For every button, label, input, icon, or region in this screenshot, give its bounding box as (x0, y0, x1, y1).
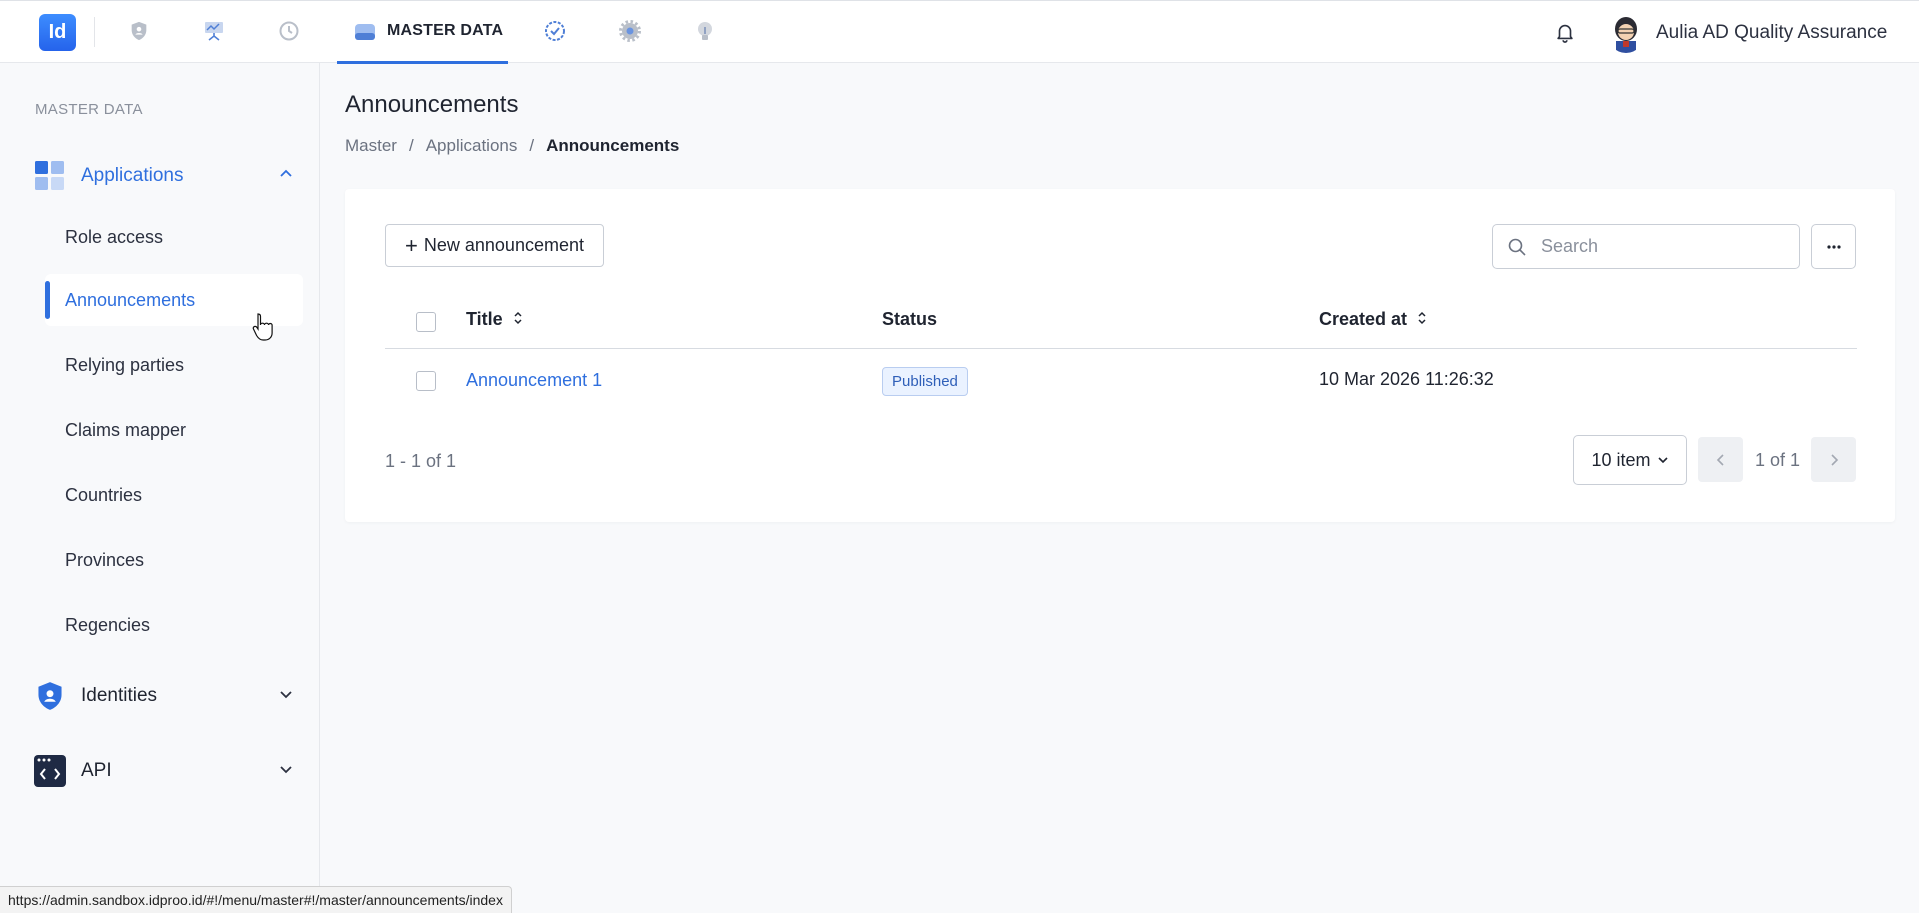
sidebar-item-provinces[interactable]: Provinces (45, 534, 303, 586)
plus-icon: + (405, 232, 418, 258)
top-navigation-bar: Id MASTER DATA Aulia AD Quality Assuranc… (0, 0, 1919, 64)
more-icon (1826, 244, 1841, 249)
announcements-card: + New announcement Title Status Created … (345, 189, 1895, 522)
column-label: Created at (1319, 309, 1408, 329)
previous-page-button[interactable] (1698, 437, 1743, 482)
sidebar-group-label: Identities (81, 685, 158, 706)
sort-icon[interactable] (1417, 309, 1427, 330)
gear-icon[interactable] (617, 18, 643, 44)
new-announcement-button[interactable]: + New announcement (385, 224, 604, 267)
sidebar-title: MASTER DATA (35, 101, 143, 118)
database-icon (353, 20, 377, 49)
created-at-value: 10 Mar 2026 11:26:32 (1319, 369, 1494, 389)
breadcrumb-item[interactable]: Applications (426, 136, 518, 156)
url-status-bar: https://admin.sandbox.idproo.id/#!/menu/… (0, 886, 512, 913)
sidebar-group-identities[interactable]: Identities (34, 678, 294, 714)
column-label: Title (466, 309, 503, 329)
column-header-status: Status (882, 309, 938, 329)
new-announcement-label: New announcement (423, 235, 584, 255)
announcement-title-link[interactable]: Announcement 1 (466, 370, 602, 391)
tab-master-data[interactable]: MASTER DATA (337, 1, 508, 64)
column-header-title[interactable]: Title (466, 309, 523, 330)
row-checkbox[interactable] (416, 371, 436, 391)
badge-check-icon[interactable] (542, 18, 568, 44)
topbar-divider (94, 17, 95, 47)
search-input[interactable] (1541, 236, 1781, 257)
sidebar-item-claims-mapper[interactable]: Claims mapper (45, 404, 303, 456)
breadcrumb-separator: / (408, 136, 414, 155)
per-page-value: 10 item (1591, 449, 1651, 470)
chevron-right-icon (1830, 453, 1838, 466)
breadcrumb: Master / Applications / Announcements (345, 136, 679, 156)
presentation-icon[interactable] (201, 18, 227, 44)
shield-icon[interactable] (126, 18, 152, 44)
code-window-icon (34, 755, 66, 787)
more-options-button[interactable] (1811, 224, 1856, 269)
sidebar-group-applications[interactable]: Applications (34, 158, 294, 194)
next-page-button[interactable] (1811, 437, 1856, 482)
sidebar-group-label: API (81, 760, 112, 781)
history-icon[interactable] (276, 18, 302, 44)
sidebar-group-label: Applications (81, 165, 184, 186)
bulb-icon[interactable] (692, 18, 718, 44)
per-page-select[interactable]: 10 item (1573, 435, 1687, 485)
sidebar-group-api[interactable]: API (34, 753, 294, 789)
chevron-left-icon (1716, 453, 1724, 466)
sidebar-item-regencies[interactable]: Regencies (45, 599, 303, 651)
avatar[interactable] (1607, 13, 1645, 53)
chevron-up-icon[interactable] (278, 166, 294, 187)
user-name[interactable]: Aulia AD Quality Assurance (1656, 22, 1887, 44)
breadcrumb-current: Announcements (546, 136, 680, 155)
column-header-created-at[interactable]: Created at (1319, 309, 1427, 330)
table-header: Title Status Created at (385, 292, 1857, 349)
table-row: Announcement 1 (385, 349, 1857, 413)
chevron-down-icon (1657, 450, 1669, 471)
tab-label: MASTER DATA (387, 22, 504, 39)
page-indicator: 1 of 1 (1755, 450, 1801, 470)
chevron-down-icon[interactable] (278, 761, 294, 782)
search-box[interactable] (1492, 224, 1800, 269)
sidebar: MASTER DATA Applications Role access Ann… (0, 63, 320, 913)
breadcrumb-separator: / (529, 136, 535, 155)
sidebar-item-role-access[interactable]: Role access (45, 211, 303, 263)
pagination-range: 1 - 1 of 1 (385, 451, 457, 471)
grid-apps-icon (34, 160, 66, 192)
bell-icon[interactable] (1554, 20, 1576, 49)
chevron-down-icon[interactable] (278, 686, 294, 707)
hand-cursor-icon (252, 312, 274, 347)
breadcrumb-item[interactable]: Master (345, 136, 397, 156)
status-badge: Published (882, 367, 968, 396)
search-icon (1507, 237, 1527, 257)
app-logo[interactable]: Id (39, 14, 76, 51)
sidebar-item-countries[interactable]: Countries (45, 469, 303, 521)
identity-shield-icon (34, 680, 66, 712)
page-title: Announcements (345, 91, 519, 118)
select-all-checkbox[interactable] (416, 312, 436, 332)
sort-icon[interactable] (513, 309, 523, 330)
